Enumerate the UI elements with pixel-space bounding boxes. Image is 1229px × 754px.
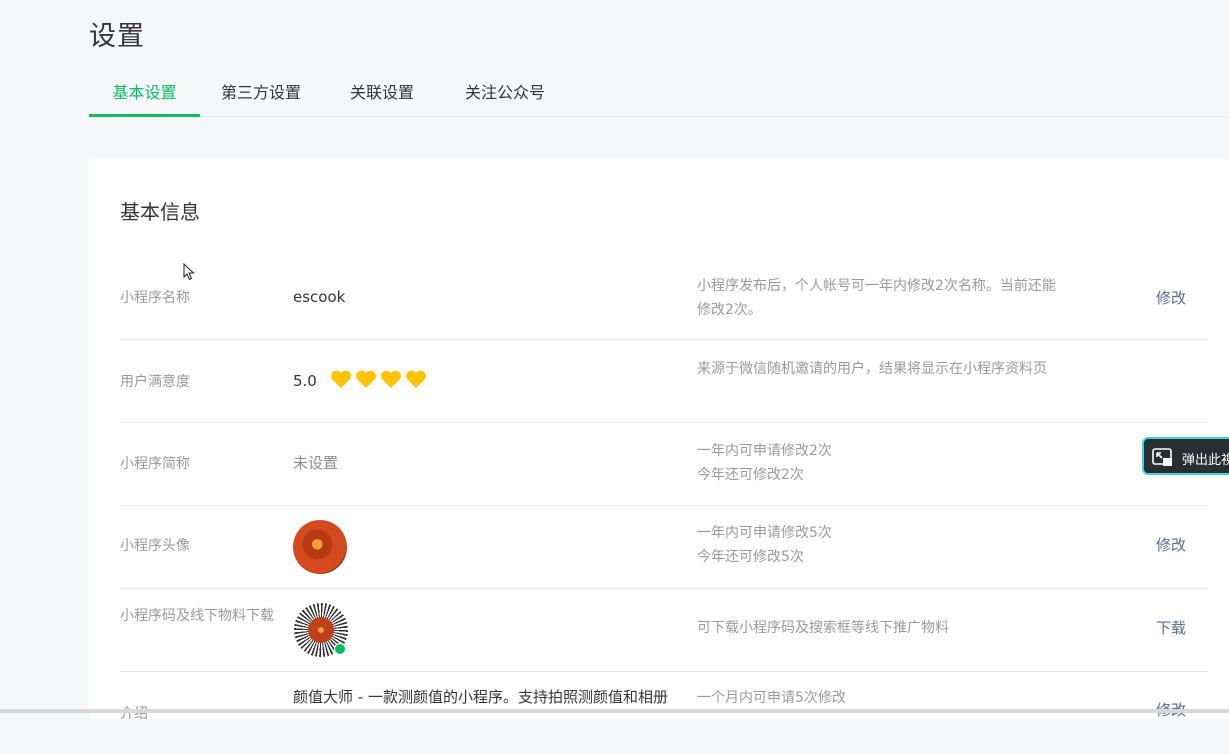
- introduction-value: 颜值大师 - 一款测颜值的小程序。支持拍照测颜值和相册: [293, 688, 668, 706]
- desc-line: 一年内可申请修改2次: [697, 443, 832, 459]
- row-label: 小程序头像: [120, 538, 190, 554]
- row-description: 来源于微信随机邀请的用户，结果将显示在小程序资料页: [697, 361, 1047, 377]
- heart-icon: [330, 370, 351, 388]
- verified-dot-icon: [334, 643, 346, 655]
- row-label: 小程序简称: [120, 456, 190, 472]
- bottom-scroll-bar: [0, 709, 1229, 713]
- heart-icon: [380, 370, 401, 388]
- row-label: 介绍: [120, 706, 148, 722]
- rating-hearts: [330, 370, 430, 396]
- row-mini-program-code: 小程序码及线下物料下载 可下载小程序码及搜索框等线下推广物料 下载: [120, 589, 1208, 672]
- desc-line: 今年还可修改5次: [697, 549, 804, 565]
- satisfaction-score: 5.0: [293, 372, 317, 390]
- desc-line: 一年内可申请修改5次: [697, 525, 832, 541]
- row-label: 小程序名称: [120, 290, 190, 306]
- mouse-cursor-icon: [183, 263, 195, 281]
- row-mini-program-avatar: 小程序头像 一年内可申请修改5次 今年还可修改5次 修改: [120, 506, 1208, 589]
- popout-label: 弹出此視: [1182, 453, 1229, 468]
- tab-related-settings[interactable]: 关联设置: [342, 76, 422, 116]
- short-name-value: 未设置: [293, 454, 339, 472]
- row-description: 可下载小程序码及搜索框等线下推广物料: [697, 620, 949, 636]
- download-code-link[interactable]: 下载: [1156, 616, 1186, 640]
- section-title: 基本信息: [120, 200, 200, 224]
- row-label: 小程序码及线下物料下载: [120, 608, 274, 624]
- tab-follow-official-account[interactable]: 关注公众号: [455, 76, 555, 116]
- row-description: 一个月内可申请5次修改: [697, 690, 846, 706]
- row-introduction: 介绍 颜值大师 - 一款测颜值的小程序。支持拍照测颜值和相册 一个月内可申请5次…: [120, 672, 1208, 754]
- heart-icon: [405, 370, 426, 388]
- row-mini-program-name: 小程序名称 escook 小程序发布后，个人帐号可一年内修改2次名称。当前还能修…: [120, 257, 1208, 340]
- row-description: 一年内可申请修改5次 今年还可修改5次: [697, 521, 1067, 569]
- satisfaction-value: 5.0: [293, 369, 683, 396]
- row-mini-program-short-name: 小程序简称 未设置 一年内可申请修改2次 今年还可修改2次: [120, 423, 1208, 506]
- edit-name-link[interactable]: 修改: [1156, 286, 1186, 310]
- mini-program-name-value: escook: [293, 288, 346, 306]
- tab-third-party-settings[interactable]: 第三方设置: [213, 76, 309, 116]
- edit-avatar-link[interactable]: 修改: [1156, 533, 1186, 557]
- row-label: 用户满意度: [120, 374, 190, 390]
- page-title: 设置: [89, 21, 145, 52]
- desc-line: 今年还可修改2次: [697, 467, 804, 483]
- mini-program-code-image: [294, 603, 348, 657]
- heart-icon: [355, 370, 376, 388]
- row-user-satisfaction: 用户满意度 5.0 来源于微信随机邀请的用户，结果将显示在小程序资料页: [120, 340, 1208, 423]
- avatar: [293, 520, 347, 574]
- popout-video-button[interactable]: 弹出此視: [1142, 437, 1229, 475]
- code-center-logo: [308, 617, 334, 643]
- row-description: 一年内可申请修改2次 今年还可修改2次: [697, 439, 1067, 487]
- settings-tabs: 基本设置 第三方设置 关联设置 关注公众号: [89, 76, 1229, 117]
- popout-icon: [1152, 448, 1172, 466]
- tab-basic-settings[interactable]: 基本设置: [89, 76, 200, 117]
- basic-info-card: 基本信息 小程序名称 escook 小程序发布后，个人帐号可一年内修改2次名称。…: [89, 159, 1229, 722]
- row-description: 小程序发布后，个人帐号可一年内修改2次名称。当前还能修改2次。: [697, 278, 1056, 318]
